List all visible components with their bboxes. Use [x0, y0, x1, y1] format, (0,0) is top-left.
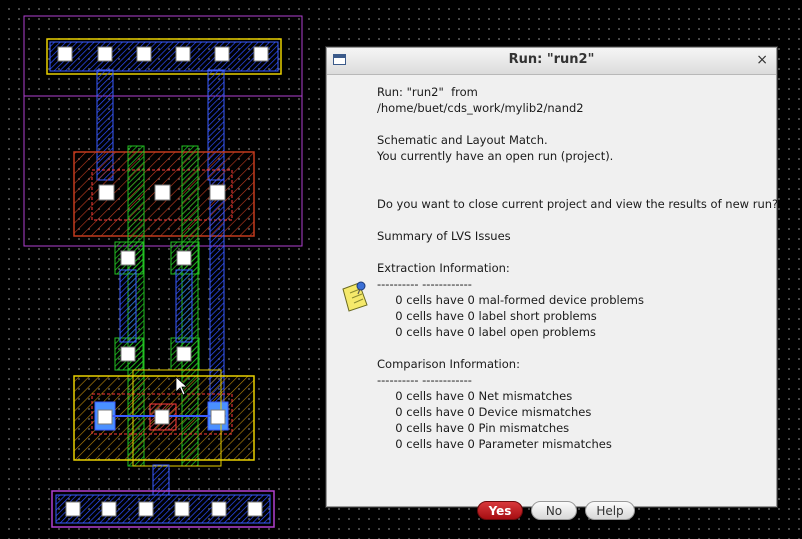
message-line: Extraction Information: [377, 261, 510, 275]
contact [247, 501, 263, 517]
message-line: Run: "run2" from [377, 85, 478, 99]
gnd-rail-metal [55, 494, 271, 524]
dialog-title: Run: "run2" [508, 52, 595, 67]
contact [65, 501, 81, 517]
message-line [377, 212, 770, 228]
message-line [377, 244, 770, 260]
contact [209, 184, 226, 201]
yes-button[interactable]: Yes [477, 501, 523, 520]
message-line: 0 cells have 0 label open problems [377, 325, 596, 339]
contact [97, 409, 113, 425]
no-button[interactable]: No [531, 501, 577, 520]
message-line: 0 cells have 0 label short problems [377, 309, 597, 323]
contact [154, 184, 171, 201]
metal-strap [175, 269, 193, 343]
message-line: Summary of LVS Issues [377, 229, 511, 243]
message-line: You currently have an open run (project)… [377, 149, 614, 163]
message-line: Schematic and Layout Match. [377, 133, 548, 147]
message-line: Comparison Information: [377, 357, 520, 371]
message-line: 0 cells have 0 mal-formed device problem… [377, 293, 644, 307]
message-line [377, 180, 770, 196]
contact [210, 409, 226, 425]
contact [57, 46, 73, 62]
contact [120, 250, 136, 266]
contact [174, 501, 190, 517]
message-line: ---------- ------------ [377, 277, 472, 291]
dialog-titlebar[interactable]: Run: "run2" × [327, 48, 776, 75]
message-line: ---------- ------------ [377, 373, 472, 387]
contact [253, 46, 269, 62]
message-line: 0 cells have 0 Pin mismatches [377, 421, 570, 435]
contact [175, 46, 191, 62]
dialog-body: Run: "run2" from/home/buet/cds_work/myli… [327, 74, 779, 520]
message-line [377, 340, 770, 356]
close-icon[interactable]: × [756, 52, 768, 68]
message-line: Do you want to close current project and… [377, 197, 779, 211]
help-button[interactable]: Help [585, 501, 635, 520]
contact [120, 346, 136, 362]
contact [176, 346, 192, 362]
contact [154, 409, 170, 425]
contact [138, 501, 154, 517]
dialog-message: Run: "run2" from/home/buet/cds_work/myli… [377, 84, 779, 452]
contact [214, 46, 230, 62]
message-line: 0 cells have 0 Parameter mismatches [377, 437, 612, 451]
message-line [377, 164, 770, 180]
contact [176, 250, 192, 266]
contact [97, 46, 113, 62]
message-line: 0 cells have 0 Device mismatches [377, 405, 592, 419]
message-line: /home/buet/cds_work/mylib2/nand2 [377, 101, 584, 115]
message-line: 0 cells have 0 Net mismatches [377, 389, 573, 403]
contact [136, 46, 152, 62]
message-line [377, 116, 770, 132]
dialog-buttons: Yes No Help [477, 501, 635, 520]
vdd-rail-metal [49, 41, 279, 72]
contact [98, 184, 115, 201]
contact [101, 501, 117, 517]
note-pin-icon [342, 281, 368, 312]
lvs-run-dialog: Run: "run2" × Run: "run2" from/home/buet… [326, 47, 779, 520]
metal-strap [119, 269, 137, 343]
contact [211, 501, 227, 517]
